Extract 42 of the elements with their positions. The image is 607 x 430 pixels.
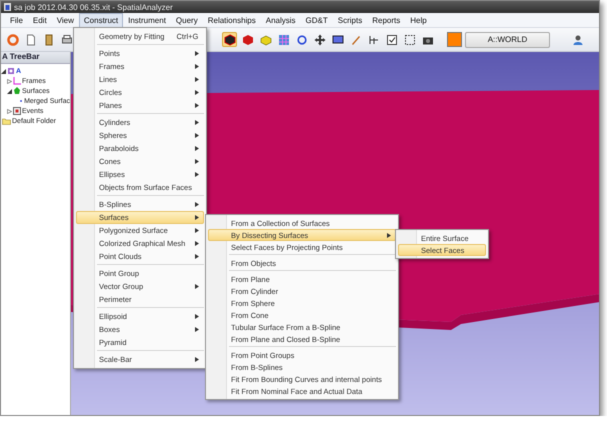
folder-icon <box>2 118 11 124</box>
menu-title[interactable]: Relationships <box>202 12 261 28</box>
page-icon <box>24 34 36 46</box>
menu-title[interactable]: Query <box>170 12 203 28</box>
person-icon <box>572 34 584 46</box>
screen-icon <box>332 34 344 46</box>
lifebuoy-icon <box>6 34 18 46</box>
menu-title[interactable]: Edit <box>28 12 52 28</box>
app-icon <box>4 3 11 11</box>
surface-icon <box>13 87 21 95</box>
move-icon <box>314 34 326 46</box>
menu-title[interactable]: Scripts <box>332 12 368 28</box>
events-icon <box>13 107 21 115</box>
instrument-icon <box>7 67 15 75</box>
move-button[interactable] <box>312 32 327 47</box>
menu-title[interactable]: Analysis <box>260 12 301 28</box>
menu-title[interactable]: Reports <box>367 12 406 28</box>
frame-field[interactable]: A::WORLD <box>465 32 550 48</box>
expanded-arrow-icon[interactable] <box>1 68 6 74</box>
collapsed-arrow-icon[interactable] <box>7 78 12 84</box>
color-swatch[interactable] <box>447 32 462 47</box>
panel-header: A TreeBar <box>1 52 70 64</box>
axes-icon <box>13 77 21 85</box>
menu-title[interactable]: Help <box>405 12 432 28</box>
menu-title[interactable]: File <box>5 12 28 28</box>
bullet-icon <box>19 98 24 104</box>
selection-button[interactable] <box>402 32 417 47</box>
window-title: sa job 2012.04.30 06.35.xit - SpatialAnalyzer <box>14 2 173 12</box>
menu-title[interactable]: Instrument <box>123 12 171 28</box>
menu-title[interactable]: View <box>52 12 79 28</box>
menu-title[interactable]: GD&T <box>300 12 333 28</box>
printer-icon <box>60 34 72 46</box>
checkbox-button[interactable] <box>384 32 399 47</box>
collapsed-arrow-icon[interactable] <box>7 108 12 114</box>
selection-icon <box>404 34 416 46</box>
lifebuoy-button[interactable] <box>5 32 20 47</box>
grid-button[interactable] <box>276 32 291 47</box>
rotate-icon <box>296 34 308 46</box>
expanded-arrow-icon[interactable] <box>7 88 12 94</box>
grid-icon <box>278 34 290 46</box>
checkbox-icon <box>386 34 398 46</box>
menu-title[interactable]: Construct <box>78 12 124 28</box>
